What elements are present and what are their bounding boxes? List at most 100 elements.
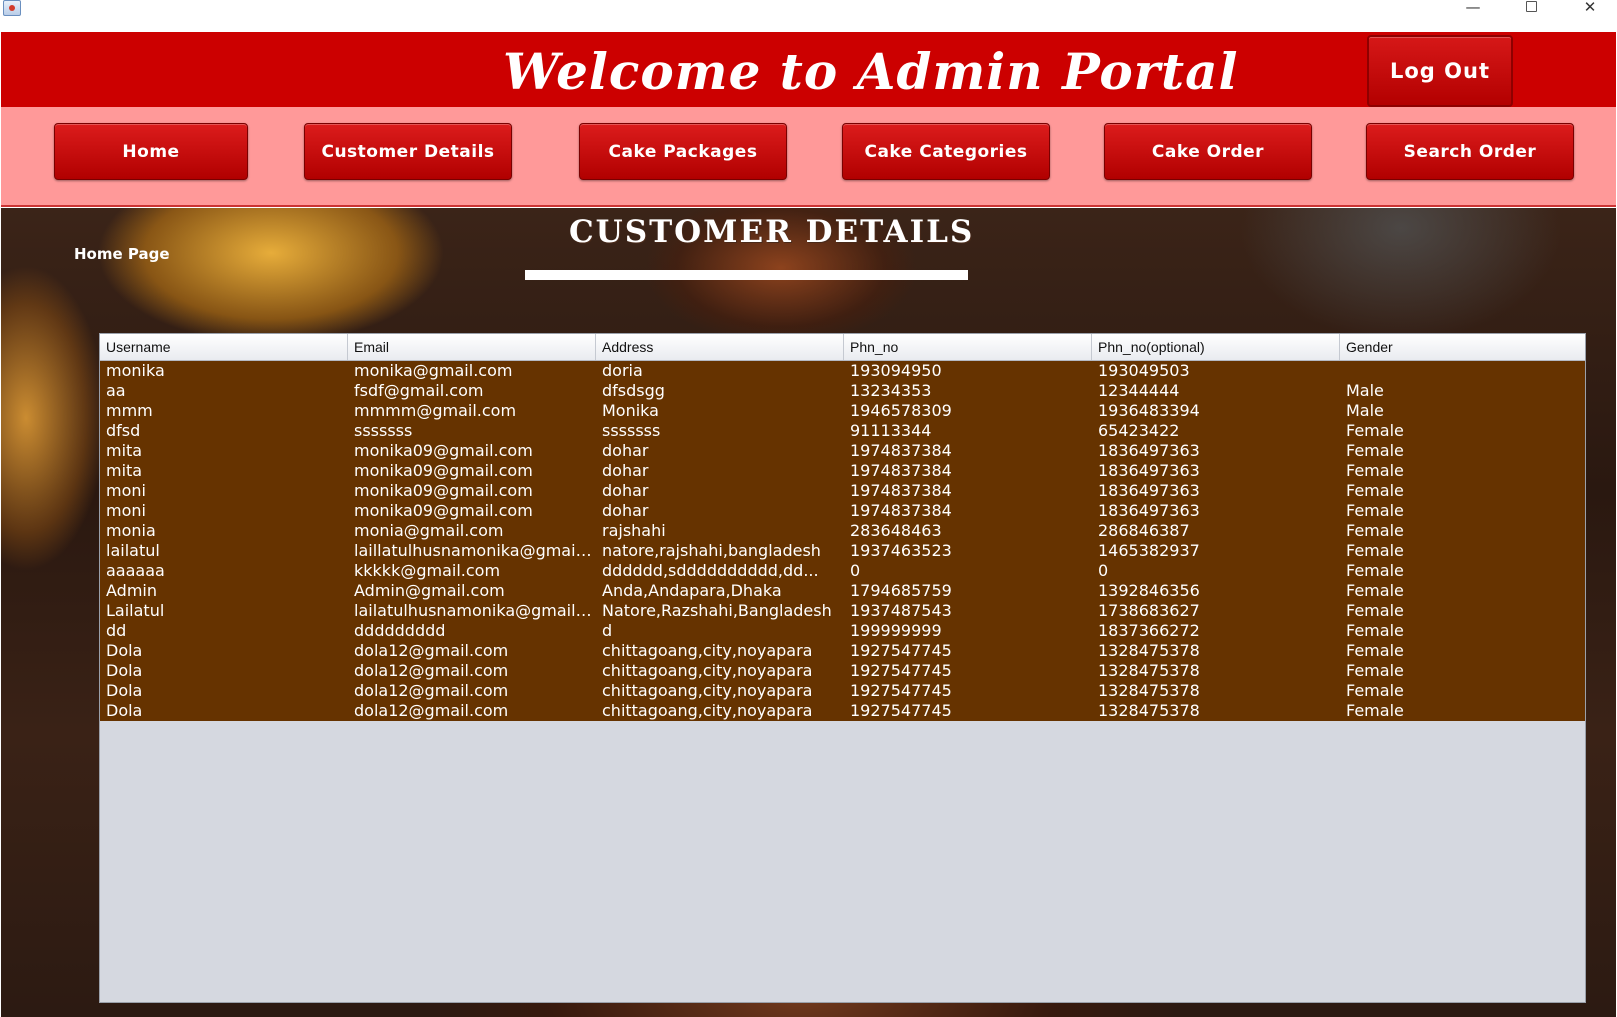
cell-username[interactable]: aa [100,381,348,401]
cell-address[interactable]: chittagoang,city,noyapara [596,701,844,721]
cell-phone[interactable]: 1974837384 [844,461,1092,481]
column-header-phone[interactable]: Phn_no [844,334,1092,360]
cell-phone-optional[interactable]: 1392846356 [1092,581,1340,601]
cell-phone-optional[interactable]: 1738683627 [1092,601,1340,621]
cell-phone-optional[interactable]: 1328475378 [1092,701,1340,721]
cell-username[interactable]: moni [100,481,348,501]
cell-phone[interactable]: 13234353 [844,381,1092,401]
cell-gender[interactable]: Female [1340,701,1585,721]
cell-phone[interactable]: 193094950 [844,361,1092,381]
cell-username[interactable]: moni [100,501,348,521]
cell-gender[interactable]: Female [1340,541,1585,561]
cell-email[interactable]: dola12@gmail.com [348,641,596,661]
table-row[interactable]: monia monia@gmail.com rajshahi 283648463 286… [100,521,1585,541]
cell-email[interactable]: lailatulhusnamonika@gmail.... [348,601,596,621]
cell-email[interactable]: fsdf@gmail.com [348,381,596,401]
table-row[interactable]: aa fsdf@gmail.com dfsdsgg 13234353 12344444 M… [100,381,1585,401]
cell-gender[interactable] [1340,361,1585,381]
table-row[interactable]: Dola dola12@gmail.com chittagoang,city,noy… [100,661,1585,681]
cell-phone[interactable]: 1946578309 [844,401,1092,421]
cell-phone[interactable]: 1927547745 [844,701,1092,721]
cell-address[interactable]: chittagoang,city,noyapara [596,681,844,701]
customer-details-button[interactable]: Customer Details [304,123,512,180]
table-row[interactable]: monika monika@gmail.com doria 193094950 1930… [100,361,1585,381]
cell-username[interactable]: dd [100,621,348,641]
cell-username[interactable]: Admin [100,581,348,601]
table-row[interactable]: Dola dola12@gmail.com chittagoang,city,noy… [100,641,1585,661]
cell-phone-optional[interactable]: 1465382937 [1092,541,1340,561]
cell-gender[interactable]: Female [1340,561,1585,581]
cell-address[interactable]: chittagoang,city,noyapara [596,641,844,661]
table-row[interactable]: aaaaaa kkkkk@gmail.com dddddd,sdddddddddd,… [100,561,1585,581]
cell-phone[interactable]: 1927547745 [844,661,1092,681]
home-button[interactable]: Home [54,123,248,180]
table-row[interactable]: Dola dola12@gmail.com chittagoang,city,noy… [100,681,1585,701]
cell-email[interactable]: monika09@gmail.com [348,441,596,461]
cell-phone[interactable]: 1974837384 [844,481,1092,501]
cell-phone-optional[interactable]: 12344444 [1092,381,1340,401]
cell-username[interactable]: mmm [100,401,348,421]
column-header-address[interactable]: Address [596,334,844,360]
cell-gender[interactable]: Female [1340,461,1585,481]
cell-address[interactable]: dohar [596,441,844,461]
cell-phone-optional[interactable]: 1836497363 [1092,481,1340,501]
minimize-icon[interactable]: — [1450,0,1496,22]
table-row[interactable]: Lailatul lailatulhusnamonika@gmail.... Nat… [100,601,1585,621]
cell-phone-optional[interactable]: 1836497363 [1092,441,1340,461]
customer-table[interactable]: Username Email Address Phn_no Phn_no(opt… [99,333,1586,1003]
cell-address[interactable]: dohar [596,461,844,481]
cell-gender[interactable]: Male [1340,401,1585,421]
cell-username[interactable]: mita [100,461,348,481]
column-header-email[interactable]: Email [348,334,596,360]
cell-gender[interactable]: Female [1340,421,1585,441]
cell-email[interactable]: sssssss [348,421,596,441]
cell-phone-optional[interactable]: 1836497363 [1092,501,1340,521]
cell-gender[interactable]: Female [1340,621,1585,641]
cell-username[interactable]: mita [100,441,348,461]
search-order-button[interactable]: Search Order [1366,123,1574,180]
cell-gender[interactable]: Female [1340,681,1585,701]
column-header-phone-optional[interactable]: Phn_no(optional) [1092,334,1340,360]
cell-gender[interactable]: Female [1340,441,1585,461]
cell-phone-optional[interactable]: 1837366272 [1092,621,1340,641]
column-header-gender[interactable]: Gender [1340,334,1585,360]
cell-phone-optional[interactable]: 1328475378 [1092,641,1340,661]
table-row[interactable]: Dola dola12@gmail.com chittagoang,city,noy… [100,701,1585,721]
cell-email[interactable]: mmmm@gmail.com [348,401,596,421]
cell-email[interactable]: monika09@gmail.com [348,501,596,521]
table-row[interactable]: moni monika09@gmail.com dohar 1974837384 183… [100,481,1585,501]
table-row[interactable]: mita monika09@gmail.com dohar 1974837384 183… [100,441,1585,461]
cell-email[interactable]: dola12@gmail.com [348,681,596,701]
cell-address[interactable]: sssssss [596,421,844,441]
cell-phone[interactable]: 1937463523 [844,541,1092,561]
home-page-link[interactable]: Home Page [74,245,170,263]
table-row[interactable]: dd ddddddddd d 199999999 1837366272 Female [100,621,1585,641]
cell-phone[interactable]: 1937487543 [844,601,1092,621]
cake-categories-button[interactable]: Cake Categories [842,123,1050,180]
cell-phone[interactable]: 199999999 [844,621,1092,641]
cell-username[interactable]: dfsd [100,421,348,441]
table-row[interactable]: mita monika09@gmail.com dohar 1974837384 183… [100,461,1585,481]
cell-address[interactable]: dohar [596,481,844,501]
cell-phone[interactable]: 1927547745 [844,681,1092,701]
cell-gender[interactable]: Male [1340,381,1585,401]
cell-address[interactable]: natore,rajshahi,bangladesh [596,541,844,561]
cell-phone[interactable]: 283648463 [844,521,1092,541]
column-header-username[interactable]: Username [100,334,348,360]
cell-email[interactable]: ddddddddd [348,621,596,641]
table-row[interactable]: Admin Admin@gmail.com Anda,Andapara,Dhaka 1… [100,581,1585,601]
table-row[interactable]: moni monika09@gmail.com dohar 1974837384 183… [100,501,1585,521]
cell-address[interactable]: dddddd,sdddddddddd,dd... [596,561,844,581]
cell-address[interactable]: Anda,Andapara,Dhaka [596,581,844,601]
cell-email[interactable]: dola12@gmail.com [348,701,596,721]
cell-address[interactable]: dfsdsgg [596,381,844,401]
cell-email[interactable]: Admin@gmail.com [348,581,596,601]
cell-username[interactable]: Dola [100,701,348,721]
cell-gender[interactable]: Female [1340,521,1585,541]
cell-gender[interactable]: Female [1340,501,1585,521]
cake-packages-button[interactable]: Cake Packages [579,123,787,180]
table-row[interactable]: dfsd sssssss sssssss 91113344 65423422 Female [100,421,1585,441]
cell-address[interactable]: chittagoang,city,noyapara [596,661,844,681]
cell-email[interactable]: kkkkk@gmail.com [348,561,596,581]
cell-phone[interactable]: 1794685759 [844,581,1092,601]
